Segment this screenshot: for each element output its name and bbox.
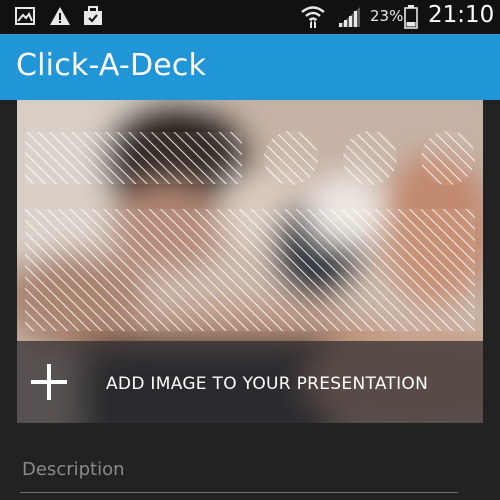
image-card: ADD IMAGE TO YOUR PRESENTATION	[17, 100, 483, 423]
add-image-label: ADD IMAGE TO YOUR PRESENTATION	[106, 374, 429, 394]
clock: 21:10	[428, 2, 495, 28]
status-bar: 23% 21:10	[0, 0, 500, 34]
signal-icon	[338, 7, 360, 27]
app-title: Click-A-Deck	[16, 48, 207, 83]
briefcase-icon	[84, 6, 102, 25]
app-bar: Click-A-Deck	[0, 34, 500, 100]
image-icon	[15, 7, 35, 25]
battery-percent: 23%	[370, 7, 404, 25]
warning-icon	[50, 7, 70, 25]
add-image-button[interactable]: ADD IMAGE TO YOUR PRESENTATION	[17, 341, 483, 423]
description-input[interactable]	[20, 450, 458, 493]
wifi-icon	[301, 6, 325, 28]
plus-icon	[31, 364, 67, 400]
battery-icon	[404, 5, 418, 29]
